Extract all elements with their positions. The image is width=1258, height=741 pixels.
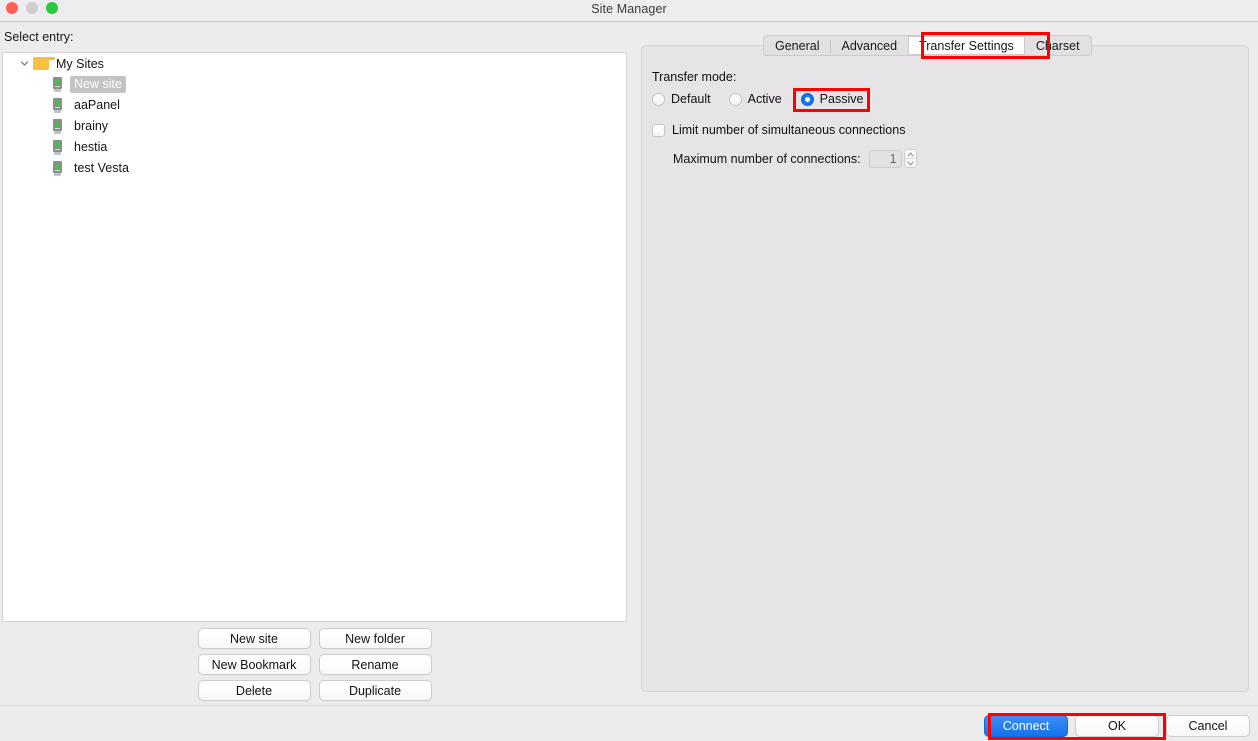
- tree-item-aapanel[interactable]: aaPanel: [3, 95, 626, 116]
- max-connections-row: Maximum number of connections: 1: [673, 149, 917, 168]
- rename-button[interactable]: Rename: [318, 654, 432, 675]
- radio-icon-selected[interactable]: [800, 92, 814, 106]
- tree-item-test-vesta[interactable]: test Vesta: [3, 158, 626, 179]
- transfer-mode-label: Transfer mode:: [652, 70, 737, 84]
- radio-option-active[interactable]: Active: [728, 92, 782, 106]
- server-icon: [53, 161, 62, 176]
- stepper-down-icon[interactable]: [905, 159, 916, 167]
- tree-item-hestia[interactable]: hestia: [3, 137, 626, 158]
- ok-button[interactable]: OK: [1075, 715, 1159, 737]
- tab-general[interactable]: General: [764, 36, 830, 55]
- max-connections-input[interactable]: 1: [868, 149, 902, 168]
- cancel-button[interactable]: Cancel: [1166, 715, 1250, 737]
- dialog-footer-buttons: Connect OK Cancel: [984, 715, 1250, 737]
- stepper-up-icon[interactable]: [904, 150, 916, 159]
- button-row: Delete Duplicate: [197, 680, 432, 701]
- tree-item-label: brainy: [74, 119, 109, 133]
- tree-item-label: aaPanel: [74, 98, 120, 112]
- connect-button[interactable]: Connect: [984, 715, 1068, 737]
- new-bookmark-button[interactable]: New Bookmark: [197, 654, 311, 675]
- tree-action-buttons: New site New folder New Bookmark Rename …: [0, 628, 629, 701]
- window-titlebar: Site Manager: [0, 0, 1258, 22]
- site-tree-panel[interactable]: My Sites New site aaPanel brainy hestia …: [2, 52, 627, 622]
- max-connections-stepper[interactable]: [903, 149, 917, 168]
- tab-transfer-settings[interactable]: Transfer Settings: [908, 36, 1025, 55]
- radio-label: Default: [671, 92, 711, 106]
- tree-root-label: My Sites: [56, 56, 104, 71]
- new-folder-button[interactable]: New folder: [318, 628, 432, 649]
- radio-option-passive[interactable]: Passive: [800, 92, 864, 106]
- select-entry-label: Select entry:: [4, 30, 74, 44]
- button-row: New Bookmark Rename: [197, 654, 432, 675]
- delete-button[interactable]: Delete: [197, 680, 311, 701]
- transfer-mode-radio-group: Default Active Passive: [652, 92, 863, 106]
- tree-item-label: New site: [70, 76, 126, 93]
- radio-icon[interactable]: [728, 92, 742, 106]
- settings-tabbar: General Advanced Transfer Settings Chars…: [763, 35, 1092, 56]
- checkbox-icon[interactable]: [652, 123, 665, 137]
- duplicate-button[interactable]: Duplicate: [318, 680, 432, 701]
- button-row: New site New folder: [197, 628, 432, 649]
- settings-panel: [641, 45, 1249, 692]
- footer-divider: [0, 705, 1258, 706]
- window-title: Site Manager: [591, 2, 667, 16]
- radio-label: Passive: [819, 92, 864, 106]
- tab-advanced[interactable]: Advanced: [830, 36, 908, 55]
- server-icon: [53, 140, 62, 155]
- tree-item-label: hestia: [74, 140, 108, 154]
- tree-root-my-sites[interactable]: My Sites: [3, 53, 626, 74]
- limit-connections-checkbox-row[interactable]: Limit number of simultaneous connections: [652, 123, 905, 137]
- tree-item-brainy[interactable]: brainy: [3, 116, 626, 137]
- tree-item-new-site[interactable]: New site: [3, 74, 626, 95]
- new-site-button[interactable]: New site: [197, 628, 311, 649]
- tab-charset[interactable]: Charset: [1025, 36, 1091, 55]
- max-connections-label: Maximum number of connections:: [673, 151, 861, 166]
- radio-option-default[interactable]: Default: [652, 92, 711, 106]
- radio-label: Active: [747, 92, 782, 106]
- chevron-down-icon[interactable]: [17, 57, 31, 71]
- folder-icon: [33, 57, 55, 70]
- tree-item-label: test Vesta: [74, 161, 129, 175]
- radio-icon[interactable]: [652, 92, 665, 106]
- limit-connections-label: Limit number of simultaneous connections: [672, 123, 906, 137]
- server-icon: [53, 77, 62, 92]
- server-icon: [53, 98, 62, 113]
- server-icon: [53, 119, 62, 134]
